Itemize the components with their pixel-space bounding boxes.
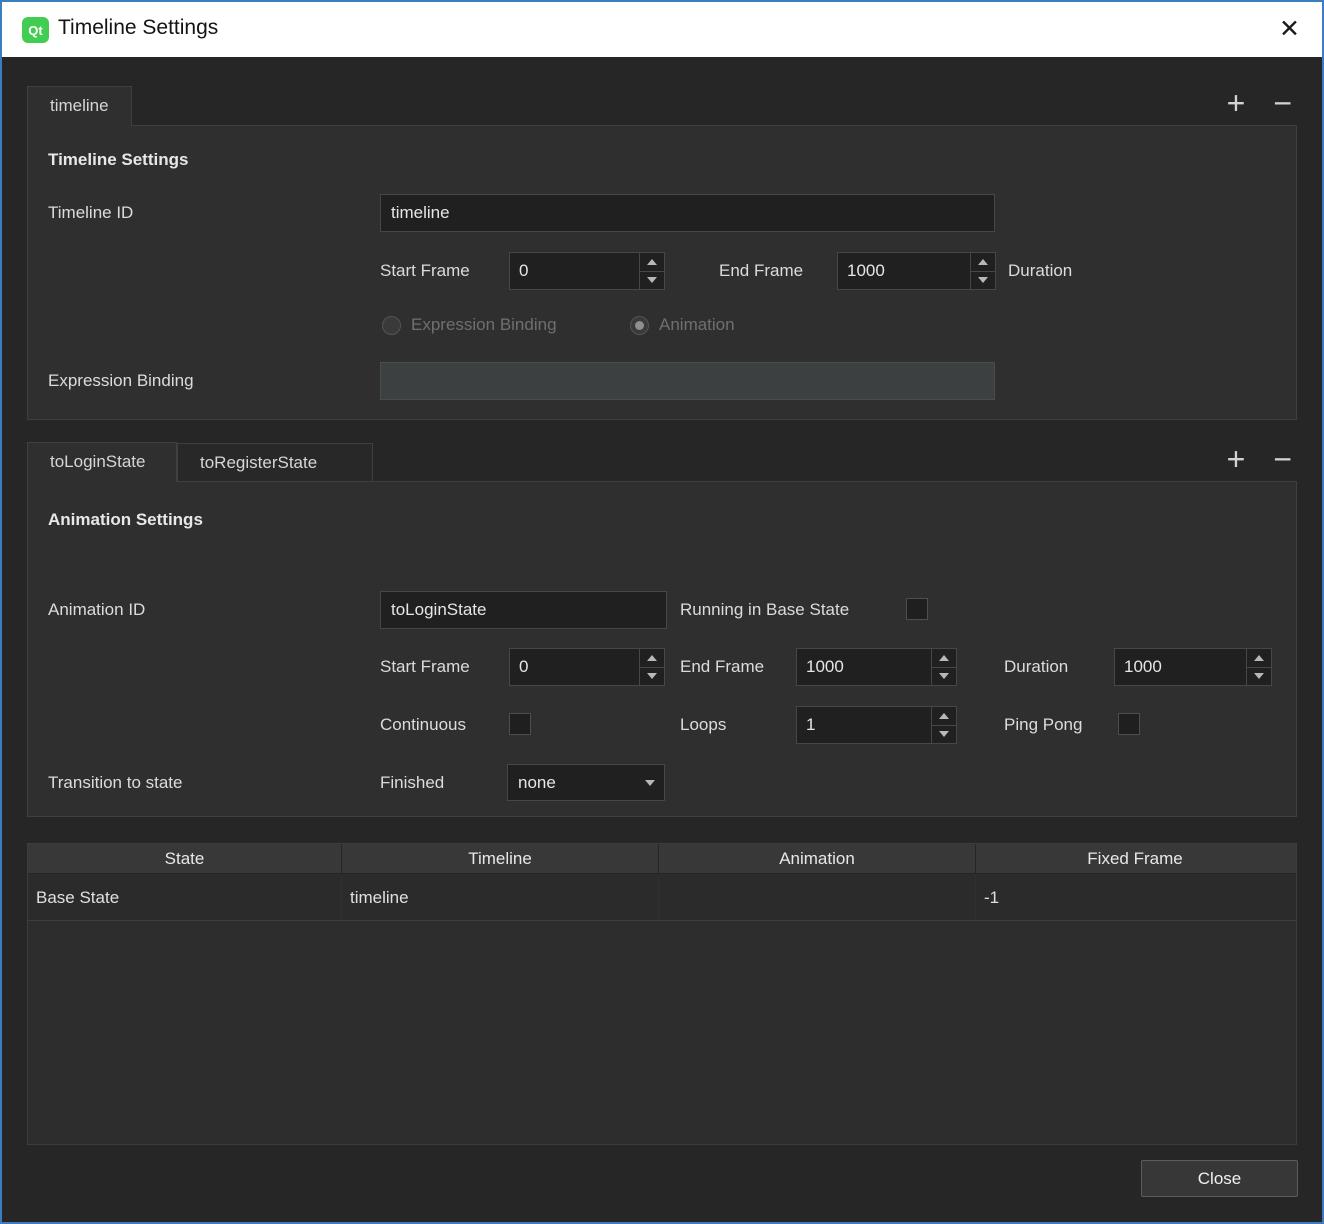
- ping-pong-label: Ping Pong: [1004, 706, 1082, 744]
- continuous-checkbox[interactable]: [509, 713, 531, 735]
- spin-down-icon[interactable]: [971, 272, 995, 290]
- table-row[interactable]: Base State timeline -1: [28, 874, 1296, 921]
- tab-tologinstate-label: toLoginState: [50, 452, 145, 471]
- state-table: State Timeline Animation Fixed Frame Bas…: [27, 843, 1297, 1145]
- end-frame-value: 1000: [838, 253, 970, 289]
- cell-fixed-frame: -1: [976, 874, 1294, 920]
- animation-settings-heading: Animation Settings: [48, 510, 203, 530]
- spin-up-icon[interactable]: [932, 707, 956, 726]
- timeline-settings-heading: Timeline Settings: [48, 150, 188, 170]
- expression-binding-radio-label: Expression Binding: [411, 315, 557, 335]
- spin-down-icon[interactable]: [932, 726, 956, 744]
- column-header-fixed-frame[interactable]: Fixed Frame: [976, 844, 1294, 873]
- anim-duration-value: 1000: [1115, 649, 1246, 685]
- expression-binding-input[interactable]: [380, 362, 995, 400]
- title-bar: Qt Timeline Settings ✕: [2, 2, 1322, 57]
- ping-pong-checkbox[interactable]: [1118, 713, 1140, 735]
- running-in-base-state-label: Running in Base State: [680, 591, 849, 629]
- spin-down-icon[interactable]: [932, 668, 956, 686]
- anim-end-frame-spin-buttons: [931, 649, 956, 685]
- end-frame-spin-buttons: [970, 253, 995, 289]
- anim-duration-label: Duration: [1004, 648, 1068, 686]
- remove-animation-button[interactable]: −: [1273, 441, 1292, 477]
- expression-binding-radio-group[interactable]: Expression Binding: [382, 312, 557, 338]
- loops-label: Loops: [680, 706, 726, 744]
- dialog-body: timeline + − Timeline Settings Timeline …: [2, 57, 1322, 1222]
- cell-animation: [659, 874, 976, 920]
- remove-timeline-button[interactable]: −: [1273, 85, 1292, 121]
- anim-end-frame-label: End Frame: [680, 648, 764, 686]
- duration-label: Duration: [1008, 252, 1072, 290]
- anim-end-frame-value: 1000: [797, 649, 931, 685]
- finished-dropdown-value: none: [508, 773, 636, 793]
- spin-up-icon[interactable]: [1247, 649, 1271, 668]
- column-header-state[interactable]: State: [28, 844, 342, 873]
- start-frame-value: 0: [510, 253, 639, 289]
- finished-dropdown[interactable]: none: [507, 764, 665, 801]
- column-header-timeline[interactable]: Timeline: [342, 844, 659, 873]
- continuous-label: Continuous: [380, 706, 466, 744]
- add-timeline-button[interactable]: +: [1227, 85, 1246, 121]
- expression-binding-radio[interactable]: [382, 316, 401, 335]
- anim-start-frame-value: 0: [510, 649, 639, 685]
- loops-spinbox[interactable]: 1: [796, 706, 957, 744]
- spin-up-icon[interactable]: [640, 253, 664, 272]
- spin-down-icon[interactable]: [640, 272, 664, 290]
- chevron-down-icon: [636, 780, 664, 786]
- animation-tab-tools: + −: [1227, 441, 1292, 477]
- running-in-base-state-checkbox[interactable]: [906, 598, 928, 620]
- animation-settings-panel: Animation Settings Animation ID Running …: [27, 481, 1297, 817]
- tab-toregisterstate-label: toRegisterState: [200, 453, 317, 472]
- cell-state: Base State: [28, 874, 342, 920]
- animation-id-label: Animation ID: [48, 591, 145, 629]
- qt-logo-icon: Qt: [22, 17, 49, 43]
- spin-up-icon[interactable]: [640, 649, 664, 668]
- animation-radio-group[interactable]: Animation: [630, 312, 735, 338]
- animation-id-input[interactable]: [380, 591, 667, 629]
- expression-binding-label: Expression Binding: [48, 362, 194, 400]
- tab-tologinstate[interactable]: toLoginState: [27, 442, 177, 482]
- close-window-icon[interactable]: ✕: [1279, 14, 1300, 44]
- anim-start-frame-label: Start Frame: [380, 648, 470, 686]
- tab-timeline[interactable]: timeline: [27, 86, 132, 126]
- tab-timeline-label: timeline: [50, 96, 109, 115]
- anim-duration-spinbox[interactable]: 1000: [1114, 648, 1272, 686]
- end-frame-spinbox[interactable]: 1000: [837, 252, 996, 290]
- animation-radio-label: Animation: [659, 315, 735, 335]
- start-frame-spin-buttons: [639, 253, 664, 289]
- loops-value: 1: [797, 707, 931, 743]
- add-animation-button[interactable]: +: [1227, 441, 1246, 477]
- end-frame-label: End Frame: [719, 252, 803, 290]
- timeline-id-label: Timeline ID: [48, 194, 133, 232]
- anim-end-frame-spinbox[interactable]: 1000: [796, 648, 957, 686]
- start-frame-spinbox[interactable]: 0: [509, 252, 665, 290]
- finished-label: Finished: [380, 764, 444, 802]
- spin-up-icon[interactable]: [971, 253, 995, 272]
- cell-timeline: timeline: [342, 874, 659, 920]
- spin-up-icon[interactable]: [932, 649, 956, 668]
- anim-duration-spin-buttons: [1246, 649, 1271, 685]
- spin-down-icon[interactable]: [640, 668, 664, 686]
- timeline-settings-dialog: Qt Timeline Settings ✕ timeline + − Time…: [0, 0, 1324, 1224]
- animation-radio[interactable]: [630, 316, 649, 335]
- timeline-settings-panel: Timeline Settings Timeline ID Start Fram…: [27, 125, 1297, 420]
- column-header-animation[interactable]: Animation: [659, 844, 976, 873]
- close-button[interactable]: Close: [1141, 1160, 1298, 1197]
- tab-toregisterstate[interactable]: toRegisterState: [177, 443, 373, 482]
- anim-start-frame-spinbox[interactable]: 0: [509, 648, 665, 686]
- anim-start-frame-spin-buttons: [639, 649, 664, 685]
- transition-to-state-label: Transition to state: [48, 764, 183, 802]
- timeline-id-input[interactable]: [380, 194, 995, 232]
- spin-down-icon[interactable]: [1247, 668, 1271, 686]
- window-title: Timeline Settings: [58, 16, 218, 40]
- state-table-header: State Timeline Animation Fixed Frame: [28, 844, 1296, 874]
- start-frame-label: Start Frame: [380, 252, 470, 290]
- loops-spin-buttons: [931, 707, 956, 743]
- timeline-tab-tools: + −: [1227, 85, 1292, 121]
